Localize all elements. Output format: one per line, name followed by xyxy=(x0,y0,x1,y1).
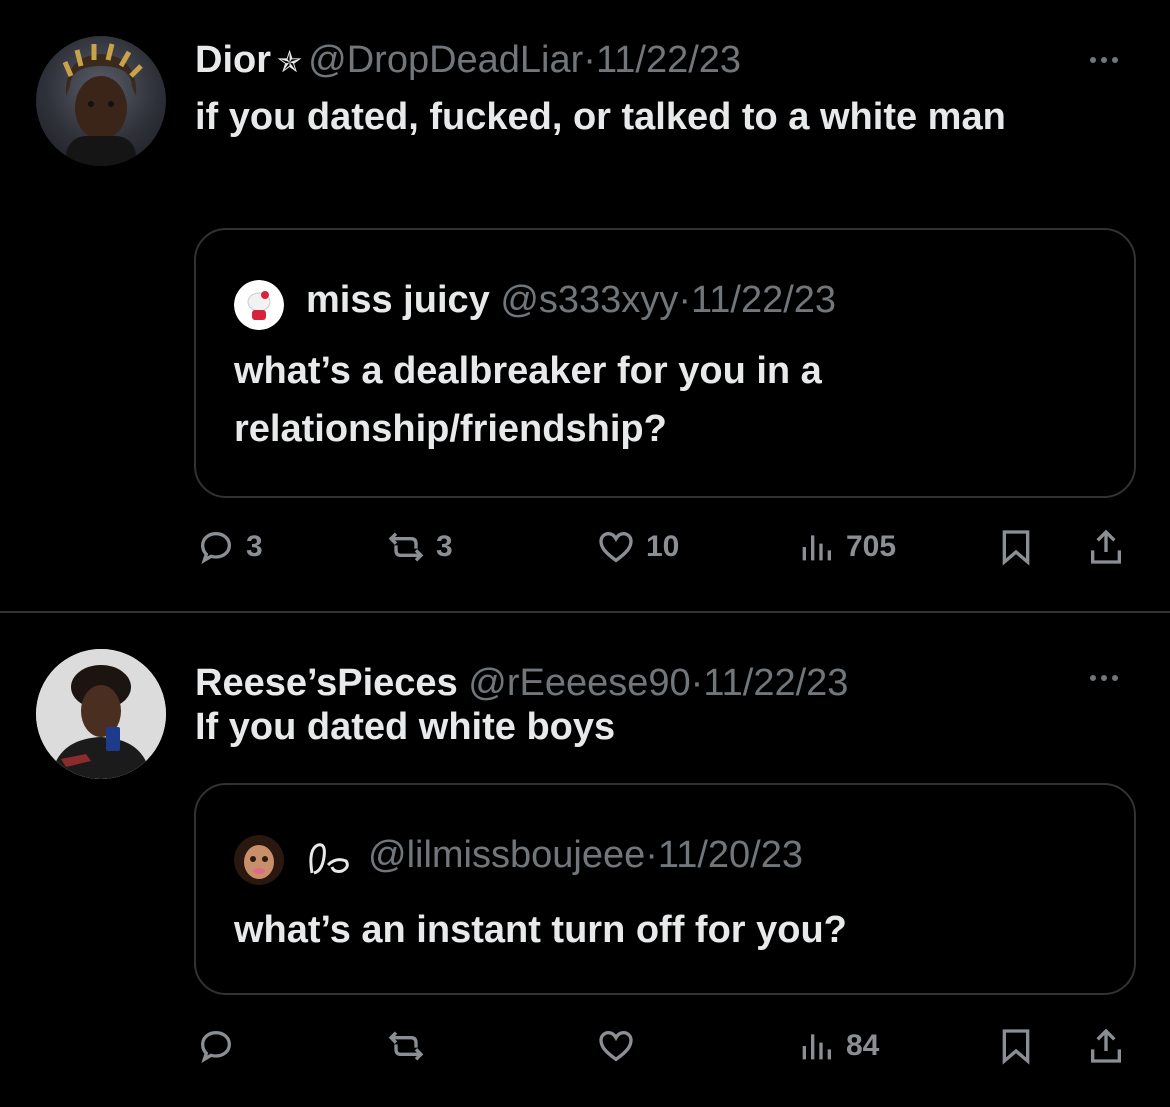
views-count: 705 xyxy=(846,530,897,563)
tweet[interactable]: Reese’sPieces @rEeeese90·11/22/23 If you… xyxy=(0,613,1170,1107)
quote-author-handle[interactable]: @s333xyy xyxy=(500,279,678,321)
author-name[interactable]: Dior xyxy=(195,39,271,81)
like-button[interactable] xyxy=(596,1021,646,1071)
tweet[interactable]: Dior ✯ @DropDeadLiar·11/22/23 if you dated… xyxy=(0,0,1170,612)
quote-date[interactable]: 11/22/23 xyxy=(691,279,836,321)
views-icon xyxy=(802,535,831,561)
retweet-button[interactable] xyxy=(386,1021,436,1071)
views-count: 84 xyxy=(846,1029,880,1062)
chain-emoji-icon xyxy=(309,843,349,875)
star-badge-icon: ✯ xyxy=(277,46,303,79)
more-icon[interactable] xyxy=(1090,668,1130,688)
bookmark-icon xyxy=(1002,530,1030,566)
quote-header: miss juicy @s333xyy·11/22/23 xyxy=(306,275,836,325)
quoted-tweet[interactable]: miss juicy @s333xyy·11/22/23 what’s a de… xyxy=(194,228,1136,498)
author-handle[interactable]: @DropDeadLiar xyxy=(308,39,583,81)
views-icon xyxy=(802,1034,831,1060)
reply-count: 3 xyxy=(246,530,263,563)
retweet-button[interactable]: 3 xyxy=(386,522,453,572)
reply-button[interactable]: 3 xyxy=(196,522,263,572)
more-icon[interactable] xyxy=(1090,50,1130,70)
reply-icon xyxy=(200,1030,232,1064)
reply-icon xyxy=(200,531,232,565)
share-button[interactable] xyxy=(1086,1021,1126,1071)
tweet-header: Dior ✯ @DropDeadLiar·11/22/23 xyxy=(195,36,741,84)
quote-author-handle[interactable]: @lilmissboujeee xyxy=(368,834,645,876)
retweet-icon xyxy=(388,1031,424,1061)
action-bar: 3 3 10 705 xyxy=(0,522,1170,572)
tweet-date[interactable]: 11/22/23 xyxy=(596,39,741,81)
tweet-text: if you dated, fucked, or talked to a whi… xyxy=(195,96,1006,138)
tweet-text: If you dated white boys xyxy=(195,706,616,748)
retweet-count: 3 xyxy=(436,530,453,563)
like-button[interactable]: 10 xyxy=(596,522,679,572)
bookmark-button[interactable] xyxy=(996,1021,1036,1071)
quote-header: @lilmissboujeee·11/20/23 xyxy=(368,830,803,880)
share-button[interactable] xyxy=(1086,522,1126,572)
avatar[interactable] xyxy=(36,649,166,779)
action-bar: 84 xyxy=(0,1021,1170,1071)
separator: · xyxy=(678,279,691,321)
quote-date[interactable]: 11/20/23 xyxy=(658,834,803,876)
bookmark-button[interactable] xyxy=(996,522,1036,572)
quote-text: what’s a dealbreaker for you in a relati… xyxy=(234,350,822,450)
retweet-icon xyxy=(388,532,424,562)
bookmark-icon xyxy=(1002,1029,1030,1065)
reply-button[interactable] xyxy=(196,1021,246,1071)
views-button[interactable]: 84 xyxy=(796,1021,879,1071)
separator: · xyxy=(583,39,596,81)
views-button[interactable]: 705 xyxy=(796,522,896,572)
share-icon xyxy=(1091,1028,1121,1063)
avatar[interactable] xyxy=(36,36,166,166)
quote-avatar[interactable] xyxy=(234,280,284,330)
like-icon xyxy=(599,1030,633,1062)
like-icon xyxy=(599,531,633,563)
quote-text: what’s an instant turn off for you? xyxy=(234,909,847,951)
share-icon xyxy=(1091,529,1121,564)
quoted-tweet[interactable]: @lilmissboujeee·11/20/23 what’s an insta… xyxy=(194,783,1136,995)
quote-author-name[interactable]: miss juicy xyxy=(306,279,490,321)
like-count: 10 xyxy=(646,530,680,563)
quote-avatar[interactable] xyxy=(234,835,284,885)
separator: · xyxy=(645,834,658,876)
